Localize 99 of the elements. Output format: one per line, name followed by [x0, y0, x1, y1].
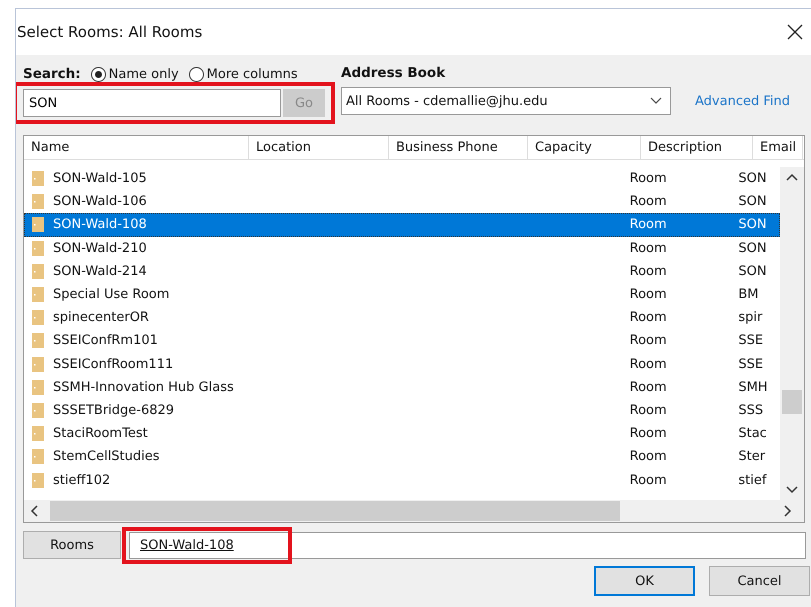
table-row[interactable]: Special Use Room Room BM: [24, 282, 780, 306]
table-cell-text: Room: [628, 310, 668, 326]
room-icon: [32, 287, 44, 302]
table-row[interactable]: SSEIConfRoom111 Room SSE: [24, 352, 780, 376]
room-icon: [32, 171, 44, 186]
table-cell-text: spir: [737, 310, 764, 326]
scroll-down-icon[interactable]: [786, 486, 798, 494]
address-book-label: Address Book: [341, 65, 446, 81]
room-icon: [32, 333, 44, 348]
table-row[interactable]: SSSETBridge-6829 Room SSS: [24, 398, 780, 422]
table-row[interactable]: SSMH-Innovation Hub Glass Room SMH: [24, 376, 780, 399]
table-cell-text: Room: [628, 426, 668, 442]
table-cell-text: Room: [628, 217, 668, 232]
radio-option[interactable]: More columns: [188, 66, 298, 82]
table-cell: SSEIConfRm101: [53, 333, 158, 348]
table-row[interactable]: SON-Wald-106 Room SON: [24, 190, 780, 214]
table-cell-text: Room: [628, 380, 668, 395]
address-book-dropdown[interactable]: All Rooms - cdemallie@jhu.edu: [341, 87, 671, 115]
table-row[interactable]: SON-Wald-105 Room SON: [24, 167, 780, 190]
table-cell-text: Room: [628, 356, 668, 372]
table-cell-text: Room: [628, 171, 668, 186]
table-cell-text: SSS: [737, 402, 764, 418]
table-row[interactable]: spinecenterOR Room spir: [24, 306, 780, 330]
room-icon: [32, 449, 44, 464]
scroll-thumb[interactable]: [782, 390, 802, 414]
table-cell-text: SSE: [737, 333, 764, 348]
room-icon: [32, 310, 44, 326]
table-cell-text: Room: [628, 402, 668, 418]
room-icon: [32, 194, 44, 210]
scroll-thumb[interactable]: [50, 501, 620, 521]
table-cell: SON-Wald-210: [53, 240, 147, 256]
table-cell: Special Use Room: [53, 287, 170, 302]
column-header[interactable]: Capacity: [528, 136, 641, 159]
table-cell: StaciRoomTest: [53, 426, 148, 442]
column-header[interactable]: Description: [641, 136, 753, 159]
table-cell: SON-Wald-108: [53, 217, 147, 232]
room-icon: [32, 472, 44, 488]
room-icon: [32, 426, 44, 442]
ok-button[interactable]: OK: [594, 566, 695, 596]
table-row[interactable]: StaciRoomTest Room Stac: [24, 422, 780, 446]
advanced-find-link[interactable]: Advanced Find: [695, 94, 790, 108]
table-cell-text: SON: [737, 240, 768, 256]
horizontal-scrollbar[interactable]: [24, 500, 804, 522]
room-icon: [32, 380, 44, 395]
vertical-scrollbar[interactable]: [780, 167, 804, 500]
table-row[interactable]: SON-Wald-108 Room SON: [24, 213, 780, 237]
table-cell-text: Ster: [737, 449, 766, 464]
room-icon: [32, 356, 44, 372]
table-cell-text: SON: [737, 217, 768, 232]
table-cell-text: SON: [737, 194, 768, 210]
search-label: Search:: [23, 66, 81, 82]
table-cell: SSSETBridge-6829: [53, 402, 174, 418]
table-cell-text: Room: [628, 287, 668, 302]
room-icon: [32, 402, 44, 418]
scroll-right-icon[interactable]: [784, 505, 792, 517]
table-cell-text: Room: [628, 194, 668, 210]
table-cell: stieff102: [53, 472, 110, 488]
table-row[interactable]: stieff102 Room stief: [24, 468, 780, 492]
table-cell: SSEIConfRoom111: [53, 356, 174, 372]
table-cell-text: SSE: [737, 356, 764, 372]
table-cell: spinecenterOR: [53, 310, 149, 326]
scroll-up-icon[interactable]: [786, 173, 798, 181]
table-cell-text: BM: [737, 287, 760, 302]
cancel-button[interactable]: Cancel: [709, 566, 810, 596]
rooms-button[interactable]: Rooms: [23, 531, 121, 559]
table-cell-text: Room: [628, 449, 668, 464]
table-cell: SON-Wald-105: [53, 171, 147, 186]
table-cell-text: Room: [628, 333, 668, 348]
column-header[interactable]: Business Phone: [389, 136, 528, 159]
column-header[interactable]: Location: [249, 136, 389, 159]
room-icon: [32, 217, 44, 232]
table-cell-text: SON: [737, 264, 768, 279]
search-field[interactable]: SON: [23, 89, 281, 117]
close-icon[interactable]: [787, 24, 803, 40]
table-row[interactable]: SSEIConfRm101 Room SSE: [24, 329, 780, 352]
table-cell: StemCellStudies: [53, 449, 160, 464]
room-icon: [32, 240, 44, 256]
table-cell-text: SON: [737, 171, 768, 186]
column-header[interactable]: Name: [24, 136, 249, 159]
table-cell: SON-Wald-214: [53, 264, 147, 279]
scroll-left-icon[interactable]: [30, 505, 38, 517]
table-cell-text: stief: [737, 472, 768, 488]
table-cell: SON-Wald-106: [53, 194, 147, 210]
column-header[interactable]: Email: [753, 136, 803, 159]
room-icon: [32, 264, 44, 279]
table-cell-text: SMH: [737, 380, 769, 395]
window-title: Select Rooms: All Rooms: [16, 23, 202, 41]
table-cell-text: Room: [628, 472, 668, 488]
table-cell-text: Stac: [737, 426, 768, 442]
chevron-down-icon: [650, 97, 662, 105]
table-row[interactable]: StemCellStudies Room Ster: [24, 445, 780, 468]
table-cell-text: Room: [628, 264, 668, 279]
table-row[interactable]: SON-Wald-210 Room SON: [24, 236, 780, 260]
table-row[interactable]: SON-Wald-214 Room SON: [24, 260, 780, 283]
radio-option[interactable]: Name only: [90, 66, 179, 82]
table-cell-text: Room: [628, 240, 668, 256]
rooms-field[interactable]: SON-Wald-108: [129, 532, 806, 558]
room-entry[interactable]: SON-Wald-108: [140, 538, 234, 552]
table-cell: SSMH-Innovation Hub Glass: [53, 380, 234, 395]
